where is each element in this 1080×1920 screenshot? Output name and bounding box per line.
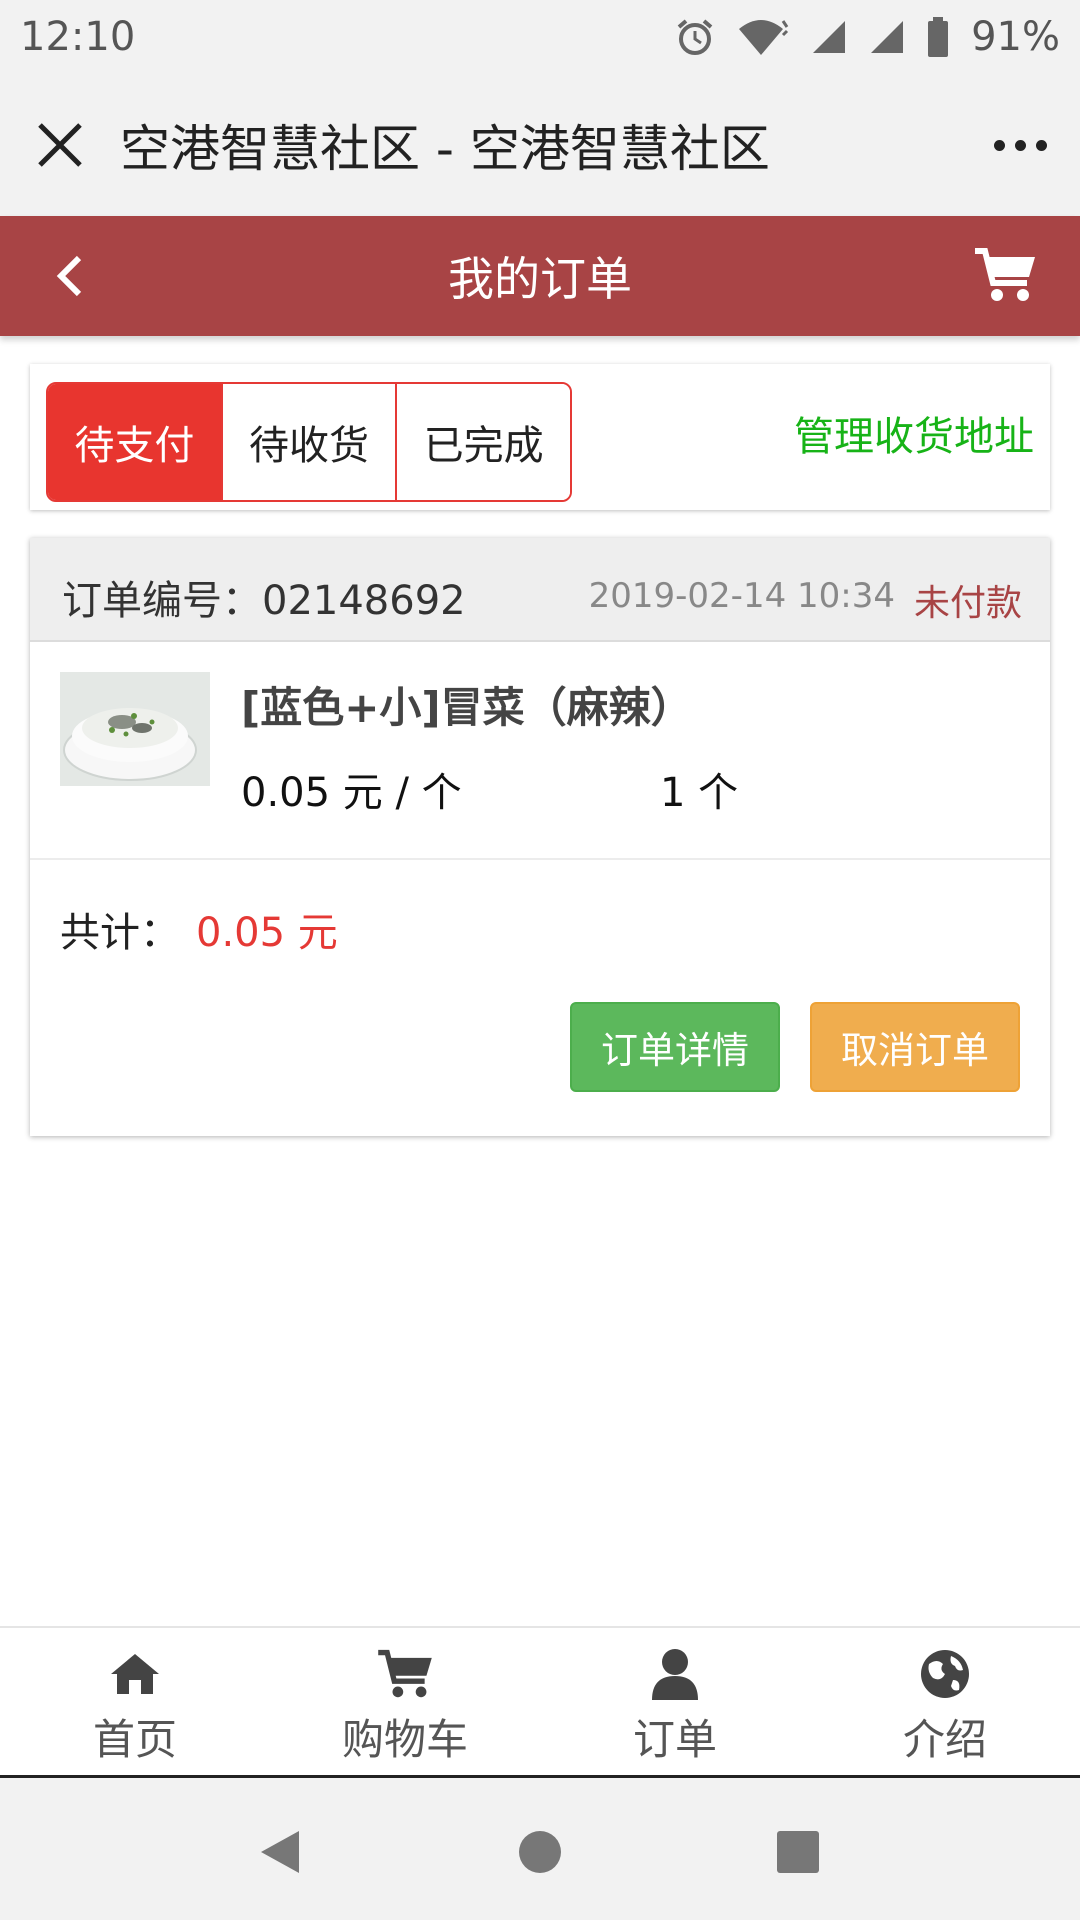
order-item-row[interactable]: [蓝色+小]冒菜（麻辣） 0.05 元 / 个 1 个 <box>30 642 1050 860</box>
close-button[interactable] <box>0 74 120 216</box>
page-header: 我的订单 <box>0 216 1080 336</box>
home-icon <box>111 1654 159 1694</box>
nav-about[interactable]: 介绍 <box>810 1628 1080 1775</box>
order-header: 订单编号：02148692 2019-02-14 10:34 未付款 <box>30 538 1050 642</box>
webview-title: 空港智慧社区 - 空港智慧社区 <box>120 120 770 178</box>
chevron-left-icon <box>56 255 82 297</box>
page-title: 我的订单 <box>448 252 632 306</box>
signal-icon <box>871 21 904 53</box>
nav-cart-label: 购物车 <box>341 1715 468 1764</box>
user-icon <box>652 1649 698 1700</box>
product-thumbnail <box>60 672 210 786</box>
system-recents-button[interactable] <box>768 1822 828 1882</box>
nav-about-label: 介绍 <box>902 1715 987 1764</box>
status-bar: 12:10 91% <box>0 0 1080 74</box>
battery-level: 91% <box>971 14 1060 60</box>
wifi-icon <box>739 20 789 55</box>
order-number-label: 订单编号： <box>62 578 262 624</box>
system-home-button[interactable] <box>510 1822 570 1882</box>
nav-home-label: 首页 <box>92 1715 177 1764</box>
status-icons: 91% <box>675 14 1060 60</box>
more-button[interactable] <box>960 74 1080 216</box>
back-button[interactable] <box>40 246 100 306</box>
order-status-tabs: 待支付 待收货 已完成 <box>46 382 572 502</box>
recents-square-icon <box>777 1831 819 1873</box>
tab-pending-delivery[interactable]: 待收货 <box>222 384 398 500</box>
nav-orders-label: 订单 <box>632 1715 717 1764</box>
close-icon <box>38 123 82 167</box>
system-navigation-bar <box>0 1778 1080 1920</box>
back-triangle-icon <box>261 1831 299 1873</box>
signal-icon <box>813 21 846 53</box>
nav-home[interactable]: 首页 <box>0 1628 270 1775</box>
header-cart-button[interactable] <box>970 242 1040 308</box>
order-number: 订单编号：02148692 <box>62 568 466 626</box>
total-amount: 0.05 元 <box>196 910 338 956</box>
status-time: 12:10 <box>20 14 136 60</box>
tab-completed[interactable]: 已完成 <box>397 384 570 500</box>
product-name: [蓝色+小]冒菜（麻辣） <box>241 683 693 732</box>
manage-address-link[interactable]: 管理收货地址 <box>794 404 1034 462</box>
bottom-nav: 首页 购物车 订单 介绍 <box>0 1626 1080 1778</box>
total-label: 共计： <box>60 910 180 956</box>
order-status-badge: 未付款 <box>913 583 1022 624</box>
cancel-order-button[interactable]: 取消订单 <box>810 1002 1020 1092</box>
webview-titlebar: 空港智慧社区 - 空港智慧社区 <box>0 74 1080 216</box>
product-unit-price: 0.05 元 / 个 <box>241 770 462 816</box>
alarm-icon <box>677 19 713 55</box>
nav-orders[interactable]: 订单 <box>540 1628 810 1775</box>
cart-icon <box>975 248 1035 301</box>
order-time: 2019-02-14 10:34 <box>588 576 895 616</box>
home-circle-icon <box>519 1831 561 1873</box>
globe-icon <box>921 1650 969 1698</box>
order-card: 订单编号：02148692 2019-02-14 10:34 未付款 [蓝色+小… <box>30 538 1050 1136</box>
order-number-value: 02148692 <box>262 578 466 624</box>
order-detail-button[interactable]: 订单详情 <box>570 1002 780 1092</box>
battery-icon <box>928 17 949 57</box>
product-quantity: 1 个 <box>660 770 739 816</box>
tab-pending-payment[interactable]: 待支付 <box>48 384 223 500</box>
system-back-button[interactable] <box>250 1822 310 1882</box>
order-tabs-card: 待支付 待收货 已完成 管理收货地址 <box>30 364 1050 510</box>
more-icon <box>993 139 1005 151</box>
nav-cart[interactable]: 购物车 <box>270 1628 540 1775</box>
cart-icon <box>378 1649 432 1698</box>
